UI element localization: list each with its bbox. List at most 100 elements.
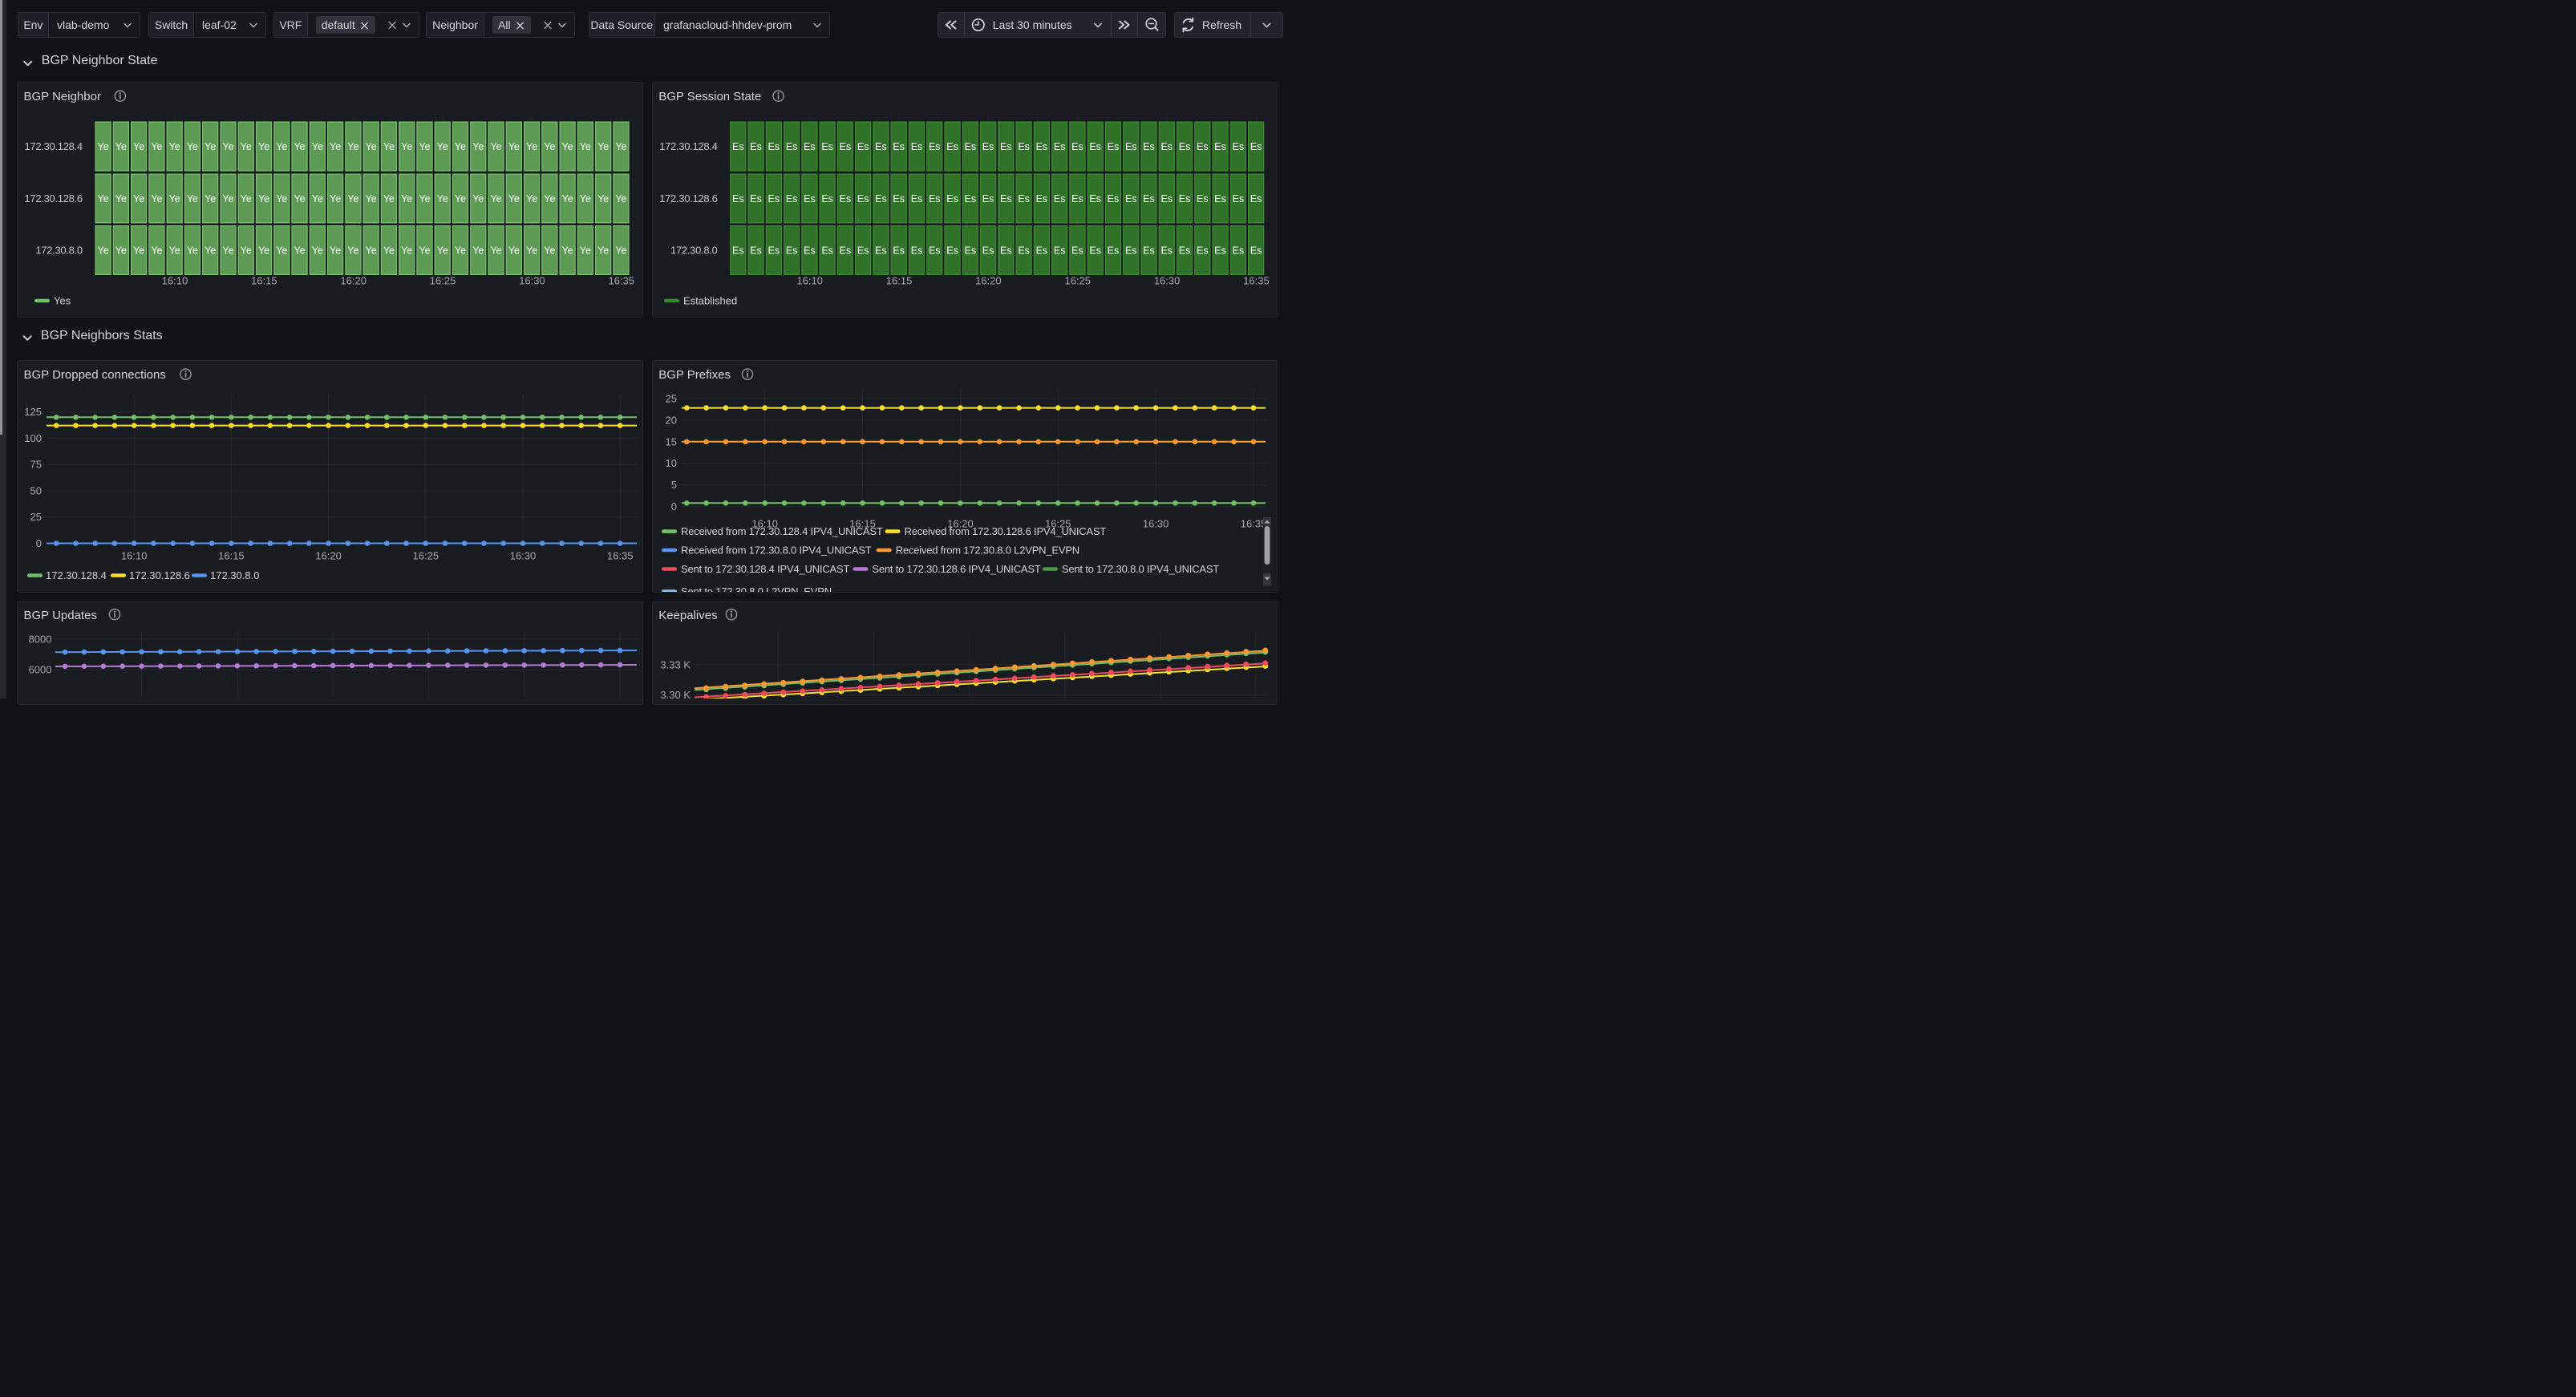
svg-text:16:15: 16:15 [251,275,277,287]
svg-text:Received from 172.30.8.0 IPV4_: Received from 172.30.8.0 IPV4_UNICAST [681,545,872,557]
svg-text:Ye: Ye [205,193,216,204]
svg-text:Ye: Ye [151,245,162,256]
svg-text:Received from 172.30.8.0 L2VPN: Received from 172.30.8.0 L2VPN_EVPN [896,545,1079,557]
svg-text:Es: Es [929,193,941,204]
svg-text:Ye: Ye [294,193,305,204]
svg-text:25: 25 [30,511,42,523]
svg-text:Es: Es [1089,245,1101,256]
svg-text:Ye: Ye [133,141,144,152]
svg-text:125: 125 [24,406,42,418]
svg-text:16:25: 16:25 [430,275,456,287]
svg-text:Es: Es [982,141,994,152]
svg-text:Es: Es [1000,193,1012,204]
svg-text:Sent to 172.30.128.6 IPV4_UNIC: Sent to 172.30.128.6 IPV4_UNICAST [872,563,1040,575]
svg-text:Es: Es [804,193,816,204]
svg-text:Es: Es [857,245,869,256]
svg-text:Es: Es [1089,193,1101,204]
svg-text:Es: Es [965,193,977,204]
svg-text:16:30: 16:30 [519,275,545,287]
svg-text:Ye: Ye [490,141,501,152]
svg-text:Ye: Ye [455,193,466,204]
svg-text:Ye: Ye [347,141,358,152]
svg-text:16:35: 16:35 [608,275,634,287]
svg-text:Ye: Ye [401,141,412,152]
svg-text:Es: Es [1125,141,1137,152]
svg-text:Received from 172.30.128.6 IPV: Received from 172.30.128.6 IPV4_UNICAST [905,525,1107,537]
svg-text:Ye: Ye [562,245,573,256]
svg-text:Sent to 172.30.128.4 IPV4_UNIC: Sent to 172.30.128.4 IPV4_UNICAST [681,563,849,575]
svg-text:Es: Es [1071,245,1083,256]
svg-text:Ye: Ye [115,141,127,152]
svg-text:Ye: Ye [169,141,180,152]
svg-text:Es: Es [929,245,941,256]
svg-text:Ye: Ye [419,193,430,204]
svg-text:Ye: Ye [330,141,341,152]
svg-text:172.30.8.0: 172.30.8.0 [210,569,259,581]
svg-text:16:10: 16:10 [121,550,148,562]
svg-text:172.30.128.4: 172.30.128.4 [24,140,82,152]
svg-text:Ye: Ye [312,141,323,152]
svg-text:Es: Es [875,141,887,152]
svg-text:Ye: Ye [508,141,520,152]
svg-text:Es: Es [1160,141,1173,152]
svg-text:16:30: 16:30 [510,550,537,562]
svg-text:Ye: Ye [419,245,430,256]
svg-text:Ye: Ye [455,141,466,152]
svg-text:Es: Es [1108,193,1120,204]
svg-text:Es: Es [786,245,798,256]
svg-text:Es: Es [946,245,958,256]
svg-text:Ye: Ye [580,141,591,152]
svg-text:Ye: Ye [98,141,109,152]
svg-text:6000: 6000 [29,664,52,676]
svg-text:Ye: Ye [383,193,395,204]
svg-text:50: 50 [30,484,42,496]
svg-text:16:35: 16:35 [1243,275,1270,287]
svg-text:Ye: Ye [544,245,555,256]
svg-text:Ye: Ye [437,193,448,204]
svg-text:Es: Es [1233,245,1245,256]
svg-text:16:30: 16:30 [1143,518,1169,530]
svg-text:Es: Es [1233,141,1245,152]
svg-text:Ye: Ye [330,245,341,256]
svg-text:Ye: Ye [597,193,609,204]
svg-text:Es: Es [1160,245,1173,256]
svg-text:Ye: Ye [615,245,626,256]
svg-text:100: 100 [24,432,42,444]
svg-text:Ye: Ye [472,193,484,204]
svg-text:Ye: Ye [258,245,269,256]
svg-text:Es: Es [946,193,958,204]
svg-text:Ye: Ye [526,141,537,152]
svg-text:Sent to 172.30.8.0 L2VPN_EVPN: Sent to 172.30.8.0 L2VPN_EVPN [681,585,832,597]
svg-text:Ye: Ye [455,245,466,256]
svg-text:Es: Es [1143,193,1155,204]
svg-text:Es: Es [732,245,744,256]
svg-text:Ye: Ye [401,245,412,256]
svg-text:Ye: Ye [330,193,341,204]
svg-text:16:25: 16:25 [1064,275,1091,287]
svg-text:Ye: Ye [294,245,305,256]
svg-text:Ye: Ye [580,245,591,256]
svg-text:Es: Es [1089,141,1101,152]
svg-text:Ye: Ye [490,245,501,256]
svg-text:Es: Es [1125,245,1137,256]
svg-text:Ye: Ye [562,193,573,204]
svg-text:Ye: Ye [187,141,198,152]
svg-text:Es: Es [1250,245,1262,256]
svg-text:Es: Es [1143,141,1155,152]
svg-text:Es: Es [982,245,994,256]
svg-text:Es: Es [857,141,869,152]
svg-text:Ye: Ye [187,193,198,204]
svg-text:Ye: Ye [615,193,626,204]
svg-text:Ye: Ye [205,141,216,152]
svg-text:Ye: Ye [276,141,287,152]
svg-text:Es: Es [1197,245,1209,256]
svg-text:Es: Es [1036,245,1048,256]
svg-text:Ye: Ye [133,193,144,204]
svg-text:Es: Es [965,141,977,152]
svg-text:15: 15 [666,435,677,447]
svg-text:16:10: 16:10 [796,275,823,287]
svg-text:16:20: 16:20 [975,275,1002,287]
svg-text:Es: Es [768,141,780,152]
svg-text:Ye: Ye [419,141,430,152]
svg-text:Es: Es [1214,245,1226,256]
